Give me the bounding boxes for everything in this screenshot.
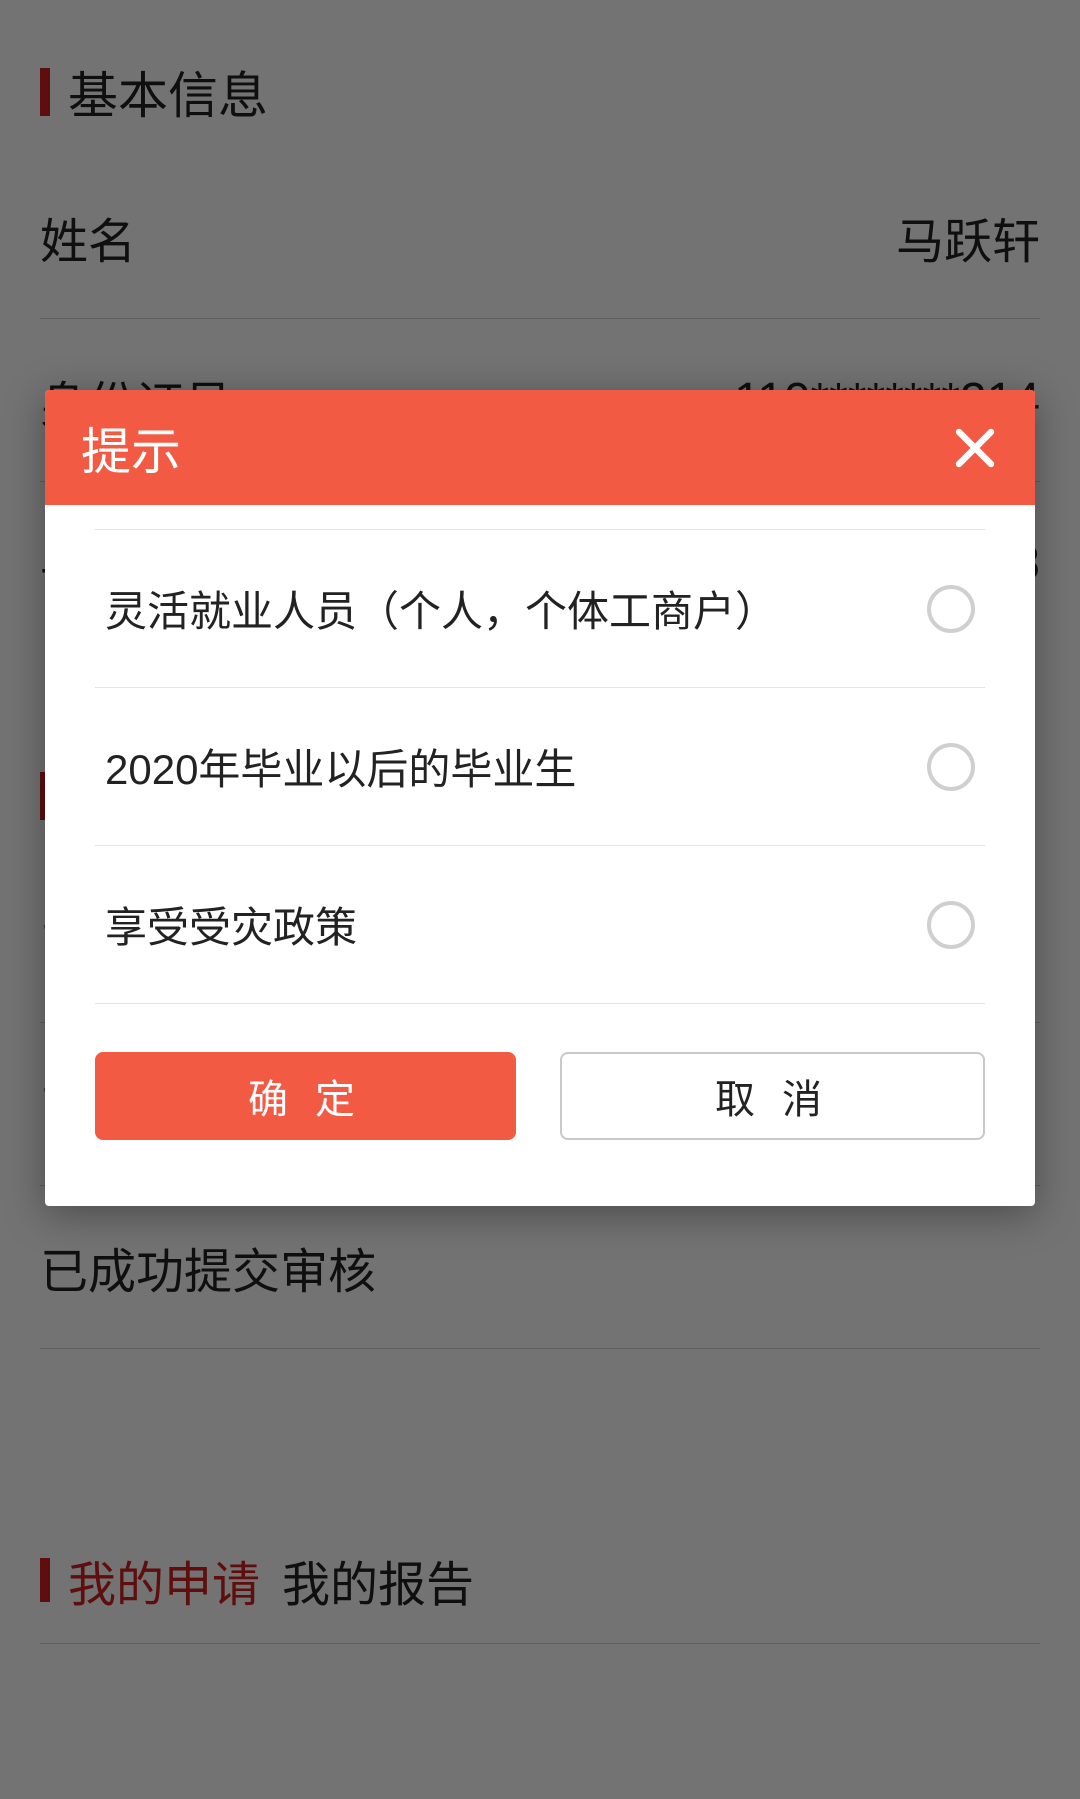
radio-icon[interactable] [927,585,975,633]
modal-dialog: 提示 灵活就业人员（个人，个体工商户） 2020年毕业以后的毕业生 享受受灾政策… [45,390,1035,1206]
option-row-3[interactable]: 享受受灾政策 [95,846,985,1004]
radio-icon[interactable] [927,901,975,949]
modal-body: 灵活就业人员（个人，个体工商户） 2020年毕业以后的毕业生 享受受灾政策 [45,505,1035,1016]
option-row-2[interactable]: 2020年毕业以后的毕业生 [95,688,985,846]
option-row-1[interactable]: 灵活就业人员（个人，个体工商户） [95,529,985,688]
radio-icon[interactable] [927,743,975,791]
confirm-button[interactable]: 确 定 [95,1052,516,1140]
option-label: 享受受灾政策 [105,894,357,955]
cancel-button[interactable]: 取 消 [560,1052,985,1140]
modal-footer: 确 定 取 消 [45,1016,1035,1206]
modal-header: 提示 [45,390,1035,505]
option-label: 2020年毕业以后的毕业生 [105,736,576,797]
modal-title: 提示 [81,412,181,484]
modal-overlay[interactable]: 提示 灵活就业人员（个人，个体工商户） 2020年毕业以后的毕业生 享受受灾政策… [0,0,1080,1799]
close-icon[interactable] [951,424,999,472]
option-label: 灵活就业人员（个人，个体工商户） [105,578,777,639]
